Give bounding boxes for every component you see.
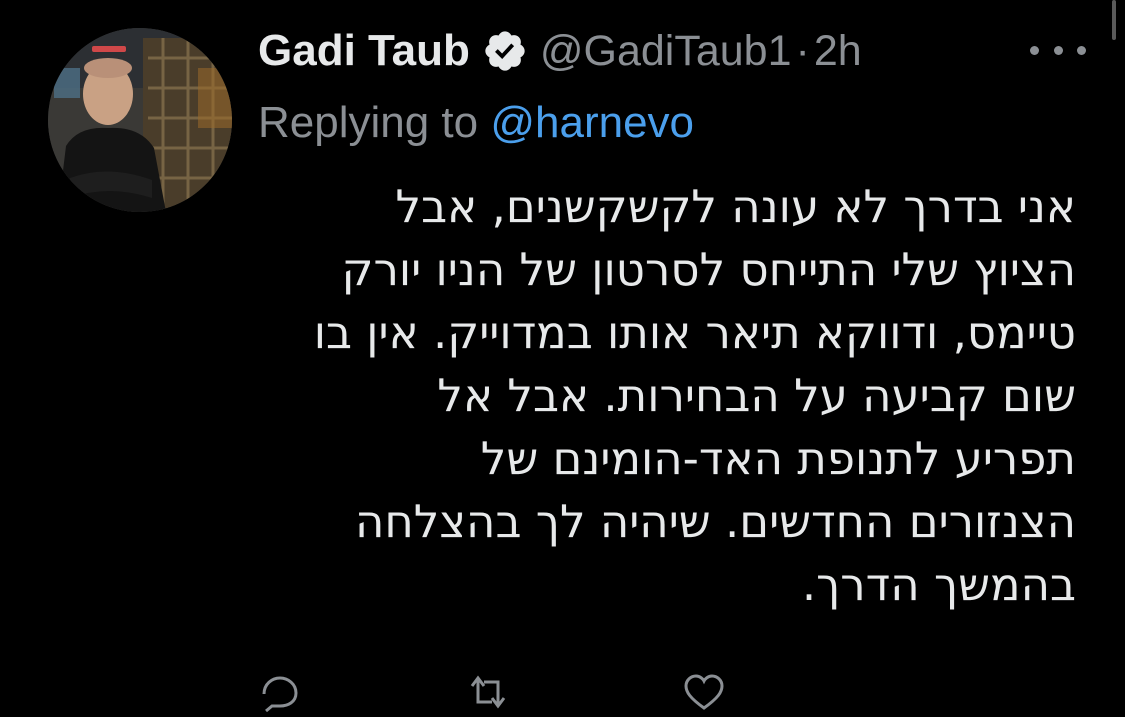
reply-mention-link[interactable]: @harnevo <box>490 98 694 147</box>
tweet-header: Gadi Taub @GadiTaub1 · 2h <box>258 22 862 80</box>
verified-badge-icon <box>482 28 528 74</box>
scrollbar[interactable] <box>1112 0 1116 40</box>
reply-icon[interactable] <box>258 672 302 713</box>
separator-dot: · <box>795 26 810 75</box>
tweet-text: אני בדרך לא עונה לקשקשנים, אבל הציוץ שלי… <box>258 175 1076 616</box>
tweet-text-line: טיימס, ודווקא תיאר אותו במדוייק. אין בו <box>313 306 1076 359</box>
author-name[interactable]: Gadi Taub <box>258 26 470 76</box>
tweet-timestamp[interactable]: 2h <box>814 27 862 76</box>
tweet-text-line: תפריע לתנופת האד-הומינם של <box>480 432 1076 485</box>
tweet-text-line: שום קביעה על הבחירות. אבל אל <box>437 369 1076 422</box>
replying-label: Replying to <box>258 98 491 147</box>
tweet-text-line: בהמשך הדרך. <box>801 558 1076 611</box>
tweet-text-line: הצנזורים החדשים. שיהיה לך בהצלחה <box>354 495 1076 548</box>
replying-to-line: Replying to @harnevo <box>258 98 694 148</box>
tweet-text-line: אני בדרך לא עונה לקשקשנים, אבל <box>395 180 1076 233</box>
tweet-text-line: הציוץ שלי התייחס לסרטון של הניו יורק <box>341 243 1076 296</box>
like-icon[interactable] <box>682 672 726 712</box>
avatar-photo <box>48 28 232 212</box>
more-options-icon[interactable] <box>1030 40 1086 60</box>
retweet-icon[interactable] <box>466 672 510 712</box>
tweet-actions <box>258 672 818 713</box>
avatar[interactable] <box>48 28 232 212</box>
author-handle[interactable]: @GadiTaub1 <box>540 27 792 76</box>
